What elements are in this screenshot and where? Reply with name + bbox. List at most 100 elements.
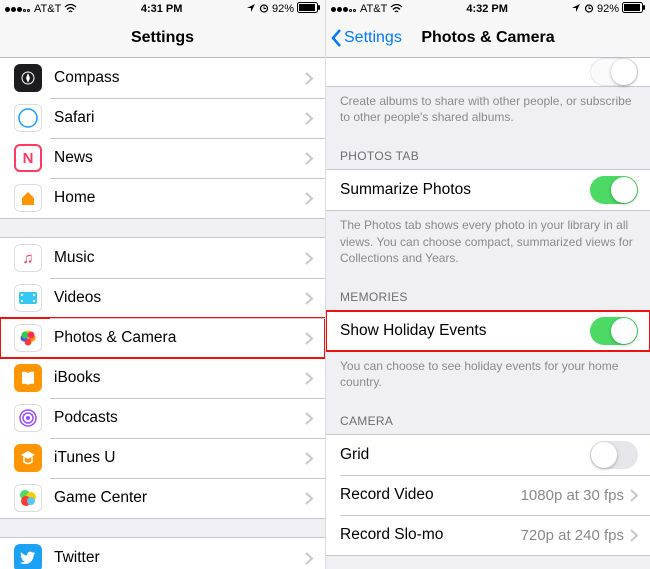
memories-header: MEMORIES [326, 276, 650, 310]
page-title: Settings [131, 29, 194, 47]
photos-camera-screen: AT&T 4:32 PM 92% Settings Photos & Camer… [325, 0, 650, 569]
row-podcasts[interactable]: Podcasts [0, 398, 325, 438]
chevron-right-icon [305, 72, 313, 85]
row-detail: 1080p at 30 fps [521, 487, 624, 504]
chevron-right-icon [305, 152, 313, 165]
chevron-right-icon [305, 292, 313, 305]
hdr-header: HDR (HIGH DYNAMIC RANGE) [326, 556, 650, 569]
nav-bar: Settings Photos & Camera [326, 18, 650, 58]
chevron-right-icon [305, 332, 313, 345]
settings-scroll[interactable]: Compass Safari N News Home ♫ Mu [0, 58, 325, 569]
row-label: Grid [340, 446, 590, 464]
ibooks-icon [14, 364, 42, 392]
news-icon: N [14, 144, 42, 172]
row-shared-toggle-partial[interactable] [326, 58, 650, 86]
row-label: Podcasts [54, 409, 305, 427]
camera-header: CAMERA [326, 400, 650, 434]
compass-icon [14, 64, 42, 92]
videos-icon [14, 284, 42, 312]
alarm-icon [584, 3, 594, 16]
apps-group-2: ♫ Music Videos Photos & Camera iBooks [0, 237, 325, 519]
row-detail: 720p at 240 fps [521, 527, 624, 544]
twitter-icon [14, 544, 42, 569]
photos-tab-group: Summarize Photos [326, 169, 650, 211]
chevron-right-icon [630, 489, 638, 502]
podcasts-icon [14, 404, 42, 432]
gamecenter-icon [14, 484, 42, 512]
battery-icon [622, 2, 645, 16]
row-summarize-photos[interactable]: Summarize Photos [326, 170, 650, 210]
row-record-video[interactable]: Record Video 1080p at 30 fps [326, 475, 650, 515]
toggle[interactable] [590, 441, 638, 469]
chevron-right-icon [305, 372, 313, 385]
row-label: iBooks [54, 369, 305, 387]
itunesu-icon [14, 444, 42, 472]
row-label: Record Video [340, 486, 521, 504]
row-record-slomo[interactable]: Record Slo-mo 720p at 240 fps [326, 515, 650, 555]
row-news[interactable]: N News [0, 138, 325, 178]
shared-toggle-group [326, 58, 650, 87]
clock-label: 4:31 PM [141, 3, 183, 15]
safari-icon [14, 104, 42, 132]
chevron-right-icon [305, 252, 313, 265]
chevron-right-icon [305, 492, 313, 505]
toggle[interactable] [590, 317, 638, 345]
shared-footer: Create albums to share with other people… [326, 87, 650, 135]
nav-bar: Settings [0, 18, 325, 58]
location-icon [246, 3, 256, 16]
settings-screen: AT&T 4:31 PM 92% Settings Compass Safari [0, 0, 325, 569]
battery-percent-label: 92% [272, 3, 294, 15]
row-grid[interactable]: Grid [326, 435, 650, 475]
signal-dots-icon [5, 3, 31, 15]
row-label: Home [54, 189, 305, 207]
row-ibooks[interactable]: iBooks [0, 358, 325, 398]
back-button[interactable]: Settings [330, 28, 402, 48]
alarm-icon [259, 3, 269, 16]
music-icon: ♫ [14, 244, 42, 272]
row-label: Compass [54, 69, 305, 87]
battery-percent-label: 92% [597, 3, 619, 15]
location-icon [571, 3, 581, 16]
row-compass[interactable]: Compass [0, 58, 325, 98]
row-label: Safari [54, 109, 305, 127]
wifi-icon [390, 4, 403, 14]
row-label: News [54, 149, 305, 167]
home-icon [14, 184, 42, 212]
memories-footer: You can choose to see holiday events for… [326, 352, 650, 400]
row-twitter[interactable]: Twitter [0, 538, 325, 569]
row-safari[interactable]: Safari [0, 98, 325, 138]
row-label: iTunes U [54, 449, 305, 467]
photos-tab-footer: The Photos tab shows every photo in your… [326, 211, 650, 276]
clock-label: 4:32 PM [466, 3, 508, 15]
row-label: Photos & Camera [54, 329, 305, 347]
camera-group: Grid Record Video 1080p at 30 fps Record… [326, 434, 650, 556]
toggle[interactable] [590, 176, 638, 204]
page-title: Photos & Camera [421, 29, 554, 47]
chevron-right-icon [305, 112, 313, 125]
row-home[interactable]: Home [0, 178, 325, 218]
row-photos-camera[interactable]: Photos & Camera [0, 318, 325, 358]
apps-group-1: Compass Safari N News Home [0, 58, 325, 219]
wifi-icon [64, 4, 77, 14]
row-label: Videos [54, 289, 305, 307]
row-label: Music [54, 249, 305, 267]
carrier-label: AT&T [360, 3, 387, 15]
row-label: Game Center [54, 489, 305, 507]
photos-camera-scroll[interactable]: Create albums to share with other people… [326, 58, 650, 569]
status-bar: AT&T 4:31 PM 92% [0, 0, 325, 18]
chevron-right-icon [305, 552, 313, 565]
row-videos[interactable]: Videos [0, 278, 325, 318]
chevron-right-icon [305, 192, 313, 205]
row-show-holiday-events[interactable]: Show Holiday Events [326, 311, 650, 351]
row-itunesu[interactable]: iTunes U [0, 438, 325, 478]
photos-tab-header: PHOTOS TAB [326, 135, 650, 169]
status-bar: AT&T 4:32 PM 92% [326, 0, 650, 18]
chevron-right-icon [305, 452, 313, 465]
row-label: Twitter [54, 549, 305, 567]
chevron-right-icon [630, 529, 638, 542]
signal-dots-icon [331, 3, 357, 15]
row-music[interactable]: ♫ Music [0, 238, 325, 278]
memories-group: Show Holiday Events [326, 310, 650, 352]
row-gamecenter[interactable]: Game Center [0, 478, 325, 518]
toggle[interactable] [590, 58, 638, 86]
